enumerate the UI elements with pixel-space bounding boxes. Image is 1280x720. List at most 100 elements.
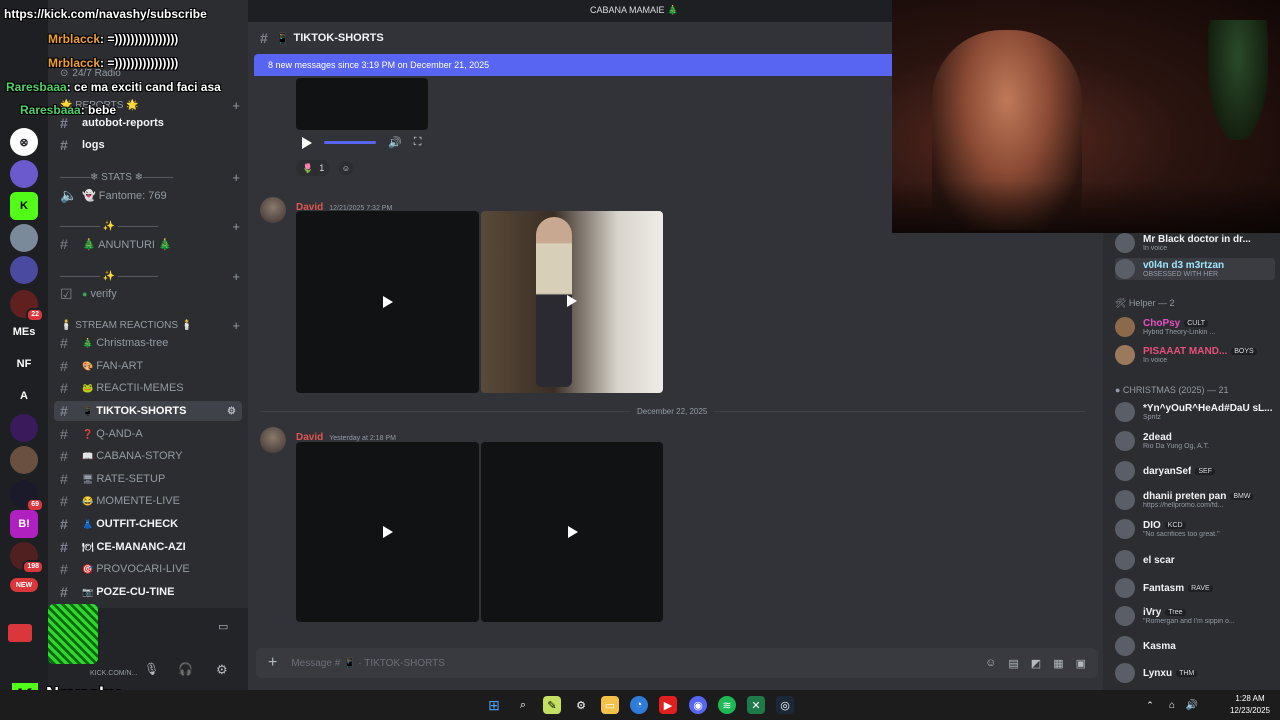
- add-channel-icon[interactable]: +: [232, 269, 240, 284]
- member-item[interactable]: Fantasm RAVE: [1115, 577, 1275, 599]
- member-item[interactable]: Lynxu THM: [1115, 662, 1275, 684]
- member-item[interactable]: *Yn^yOuR^HeAd#DaU sL... Spritz: [1115, 401, 1275, 423]
- category-divider[interactable]: ———— ✨ ———— +: [60, 219, 240, 234]
- server-icon[interactable]: [10, 224, 38, 252]
- add-channel-icon[interactable]: +: [232, 98, 240, 113]
- message-composer[interactable]: + Message # 📱 · TIKTOK-SHORTS ☺ ▤ ◩ ▦ ▣: [256, 648, 1098, 678]
- play-icon[interactable]: [568, 526, 578, 538]
- server-icon-mes[interactable]: MEs: [10, 318, 38, 346]
- windows-start-icon[interactable]: ⊞: [485, 696, 503, 714]
- server-icon[interactable]: [10, 446, 38, 474]
- channel-fan-art[interactable]: # 🎨 FAN-ART: [54, 356, 242, 376]
- add-channel-icon[interactable]: +: [232, 318, 240, 333]
- channel-reactii-memes[interactable]: # 🐸 REACTII-MEMES: [54, 378, 242, 398]
- add-channel-icon[interactable]: +: [232, 170, 240, 185]
- settings-gear-icon[interactable]: ⚙: [572, 696, 590, 714]
- excel-icon[interactable]: ✕: [747, 696, 765, 714]
- member-item[interactable]: el scar: [1115, 549, 1275, 571]
- channel-christmas-tree[interactable]: # 🎄 Christmas-tree: [54, 333, 242, 353]
- steam-icon[interactable]: ◎: [776, 696, 794, 714]
- new-badge[interactable]: NEW: [10, 578, 38, 592]
- emoji-icon[interactable]: ☺: [985, 657, 996, 670]
- discord-icon[interactable]: ◉: [689, 696, 707, 714]
- app-icon[interactable]: ✎: [543, 696, 561, 714]
- server-icon[interactable]: [10, 256, 38, 284]
- network-icon[interactable]: ⌂: [1163, 696, 1181, 714]
- channel-provocari-live[interactable]: # 🎯 PROVOCARI-LIVE: [54, 559, 242, 579]
- server-icon-circle[interactable]: ⊗: [10, 128, 38, 156]
- server-icon-nf[interactable]: NF: [10, 350, 38, 378]
- gif-icon[interactable]: ▤: [1008, 657, 1018, 670]
- member-item[interactable]: DIO KCD "No sacrifices too great.": [1115, 518, 1275, 540]
- channel-poze-cu-tine[interactable]: # 📷 POZE-CU-TINE: [54, 582, 242, 602]
- category-divider[interactable]: ———— ✨ ———— +: [60, 269, 240, 284]
- volume-slider[interactable]: [324, 141, 376, 144]
- youtube-icon[interactable]: ▶: [659, 696, 677, 714]
- play-icon[interactable]: [383, 296, 393, 308]
- channel-verify[interactable]: ☑ ● verify: [54, 284, 242, 304]
- member-item[interactable]: 2dead Rio Da Yung Og, A.T.: [1115, 430, 1275, 452]
- file-explorer-icon[interactable]: ▭: [601, 696, 619, 714]
- channel-anunturi[interactable]: # 🎄 ANUNTURI 🎄: [54, 234, 242, 254]
- avatar[interactable]: [260, 197, 286, 223]
- headphones-icon[interactable]: 🎧: [178, 662, 193, 676]
- member-item[interactable]: v0l4n d3 m3rtzan OBSESSED WITH HER: [1115, 258, 1275, 280]
- user-settings-icon[interactable]: ⚙: [216, 662, 228, 678]
- apps-icon[interactable]: ▦: [1053, 657, 1063, 670]
- member-item[interactable]: PISAAAT MAND... BOYS In voice: [1115, 344, 1275, 366]
- new-messages-banner[interactable]: 8 new messages since 3:19 PM on December…: [254, 54, 894, 76]
- member-item[interactable]: ChoPsy CULT Hybrid Theory-Linkin ...: [1115, 316, 1275, 338]
- spotify-icon[interactable]: ≋: [718, 696, 736, 714]
- kick-server-icon[interactable]: K: [10, 192, 38, 220]
- channel-logs[interactable]: # logs: [54, 135, 242, 155]
- search-icon[interactable]: ⌕: [514, 696, 532, 714]
- channel-ce-mananc-azi[interactable]: # 🍽 CE-MANANC-AZI: [54, 537, 242, 557]
- clock[interactable]: 1:28 AM 12/23/2025: [1222, 693, 1278, 717]
- channel-momente-live[interactable]: # 😂 MOMENTE-LIVE: [54, 491, 242, 511]
- play-icon[interactable]: [302, 136, 312, 149]
- server-icon-b[interactable]: B!: [10, 510, 38, 538]
- video-embed[interactable]: [481, 442, 663, 622]
- member-item[interactable]: Kasma: [1115, 635, 1275, 657]
- volume-icon[interactable]: 🔊: [388, 136, 402, 149]
- reaction-chip[interactable]: 🌷 1: [296, 160, 331, 176]
- add-reaction-icon[interactable]: ☺: [339, 161, 353, 175]
- server-icon[interactable]: 69: [10, 480, 44, 512]
- gift-icon[interactable]: ▣: [1076, 657, 1086, 670]
- member-item[interactable]: Mr Black doctor in dr... In voice: [1115, 232, 1275, 254]
- play-icon[interactable]: [383, 526, 393, 538]
- member-item[interactable]: daryanSef SEF: [1115, 460, 1275, 482]
- server-icon-a[interactable]: A: [10, 382, 38, 410]
- channel-tiktok-shorts[interactable]: # 📱 TIKTOK-SHORTS ⚙: [54, 401, 242, 421]
- settings-icon[interactable]: ⚙: [227, 406, 236, 417]
- server-icon[interactable]: 198: [10, 542, 44, 574]
- add-attachment-icon[interactable]: +: [268, 654, 277, 672]
- member-item[interactable]: iVry Tree "Romergan and I'm sippin o...: [1115, 605, 1275, 627]
- sticker-icon[interactable]: ◩: [1031, 657, 1041, 670]
- channel-stats-fantome[interactable]: 🔈 👻 Fantome: 769: [54, 185, 242, 205]
- server-icon[interactable]: [10, 414, 38, 442]
- add-channel-icon[interactable]: +: [232, 219, 240, 234]
- video-embed-top[interactable]: [296, 78, 428, 130]
- channel-outfit-check[interactable]: # 👗 OUTFIT-CHECK: [54, 514, 242, 534]
- category-stats[interactable]: ——— ❄ STATS ❄ ——— +: [60, 170, 240, 185]
- category-stream-reactions[interactable]: 🕯️ STREAM REACTIONS 🕯️ +: [60, 318, 240, 333]
- microphone-icon[interactable]: 🎙: [144, 662, 159, 676]
- member-item[interactable]: dhanii preten pan BMW https://hellpromo.co…: [1115, 489, 1275, 511]
- voice-icon[interactable]: [8, 624, 32, 642]
- screen-share-icon[interactable]: ▭: [218, 620, 228, 633]
- play-icon[interactable]: [567, 295, 577, 307]
- video-embed[interactable]: [296, 442, 479, 622]
- browser-icon[interactable]: ◔: [630, 696, 648, 714]
- video-embed-thumbnail[interactable]: [481, 211, 663, 393]
- avatar[interactable]: [260, 427, 286, 453]
- volume-icon[interactable]: 🔊: [1183, 696, 1201, 714]
- server-icon[interactable]: 22: [10, 290, 44, 322]
- channel-rate-setup[interactable]: # 🖥 RATE-SETUP: [54, 469, 242, 489]
- video-embed[interactable]: [296, 211, 479, 393]
- fullscreen-icon[interactable]: ⛶: [414, 136, 422, 149]
- channel-cabana-story[interactable]: # 📖 CABANA-STORY: [54, 446, 242, 466]
- channel-q-and-a[interactable]: # ❓ Q-AND-A: [54, 424, 242, 444]
- server-icon[interactable]: [10, 160, 38, 188]
- chevron-up-icon[interactable]: ⌃: [1141, 696, 1159, 714]
